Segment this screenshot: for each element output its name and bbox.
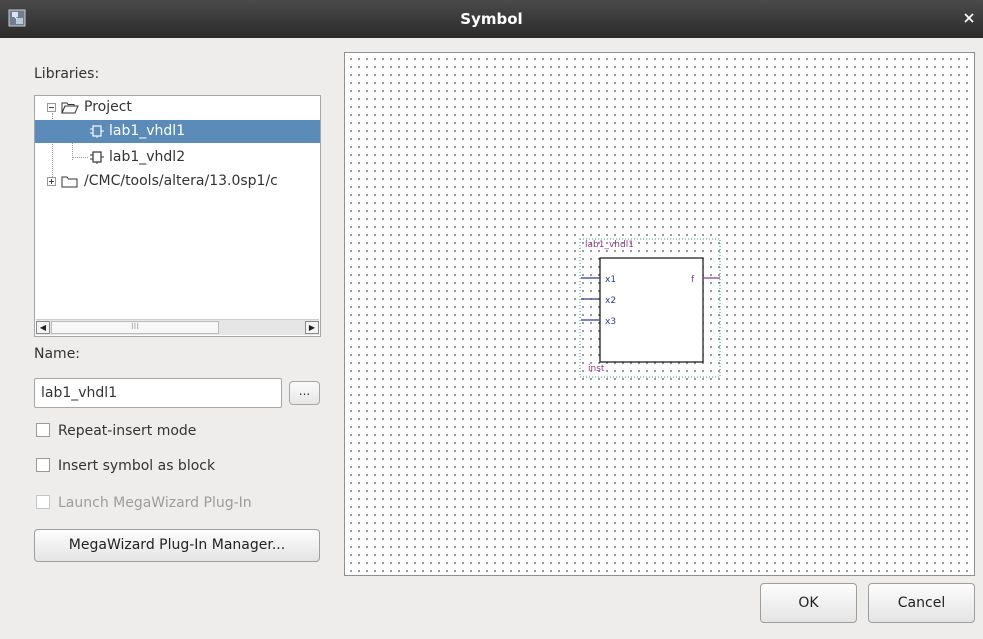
library-tree[interactable]: Project lab1_vhdl1 lab1_vhdl2 /CMC/tools… <box>34 95 321 337</box>
scrollbar-grip: III <box>131 322 139 332</box>
browse-button[interactable]: ... <box>289 381 320 405</box>
checkbox-box[interactable] <box>36 458 50 472</box>
button-label: OK <box>798 595 819 611</box>
megawizard-manager-button[interactable]: MegaWizard Plug-In Manager... <box>34 529 320 562</box>
name-input-value: lab1_vhdl1 <box>41 385 118 401</box>
libraries-label: Libraries: <box>34 66 100 82</box>
cancel-button[interactable]: Cancel <box>868 583 975 623</box>
tree-item-lab1-vhdl2[interactable]: lab1_vhdl2 <box>35 146 320 169</box>
symbol-icon <box>90 125 104 138</box>
tree-item-cmc-tools[interactable]: /CMC/tools/altera/13.0sp1/c <box>35 170 320 193</box>
expand-icon[interactable] <box>47 177 56 186</box>
checkbox-box <box>36 495 50 509</box>
scroll-left-icon[interactable]: ◀ <box>36 321 50 334</box>
button-label: Cancel <box>897 595 946 611</box>
tree-item-label: /CMC/tools/altera/13.0sp1/c <box>84 173 278 189</box>
folder-open-icon <box>61 102 79 114</box>
tree-item-project[interactable]: Project <box>35 96 320 119</box>
symbol-preview: lab1_vhdl1 x1 x2 x3 f inst <box>579 238 721 378</box>
tree-item-label: lab1_vhdl2 <box>109 149 186 165</box>
ok-button[interactable]: OK <box>760 583 857 623</box>
name-label: Name: <box>34 346 81 362</box>
symbol-body <box>599 257 704 363</box>
button-label: MegaWizard Plug-In Manager... <box>68 537 286 553</box>
checkbox-label: Launch MegaWizard Plug-In <box>58 495 252 511</box>
checkbox-label: Repeat-insert mode <box>58 423 197 439</box>
folder-closed-icon <box>61 176 78 188</box>
tree-horizontal-scrollbar[interactable]: ◀ III ▶ <box>36 319 319 335</box>
input-pin-label: x1 <box>605 275 616 285</box>
name-input[interactable]: lab1_vhdl1 <box>34 378 282 408</box>
tree-item-label: lab1_vhdl1 <box>109 123 186 139</box>
scrollbar-thumb[interactable]: III <box>51 321 219 334</box>
collapse-icon[interactable] <box>47 103 56 112</box>
scroll-right-icon[interactable]: ▶ <box>305 321 319 334</box>
title-bar: Symbol <box>0 0 983 38</box>
tree-item-label: Project <box>84 99 132 115</box>
symbol-icon <box>90 151 104 164</box>
symbol-preview-canvas: lab1_vhdl1 x1 x2 x3 f inst <box>344 52 975 576</box>
input-pin-label: x3 <box>605 317 616 327</box>
input-pin-label: x2 <box>605 296 616 306</box>
tree-item-lab1-vhdl1[interactable]: lab1_vhdl1 <box>35 120 320 143</box>
checkbox-box[interactable] <box>36 423 50 437</box>
window-title: Symbol <box>460 10 523 28</box>
symbol-name-text: lab1_vhdl1 <box>585 240 634 250</box>
checkbox-label: Insert symbol as block <box>58 458 216 474</box>
browse-button-label: ... <box>298 384 311 398</box>
close-icon[interactable] <box>961 10 977 26</box>
instance-name-text: inst <box>588 364 605 374</box>
